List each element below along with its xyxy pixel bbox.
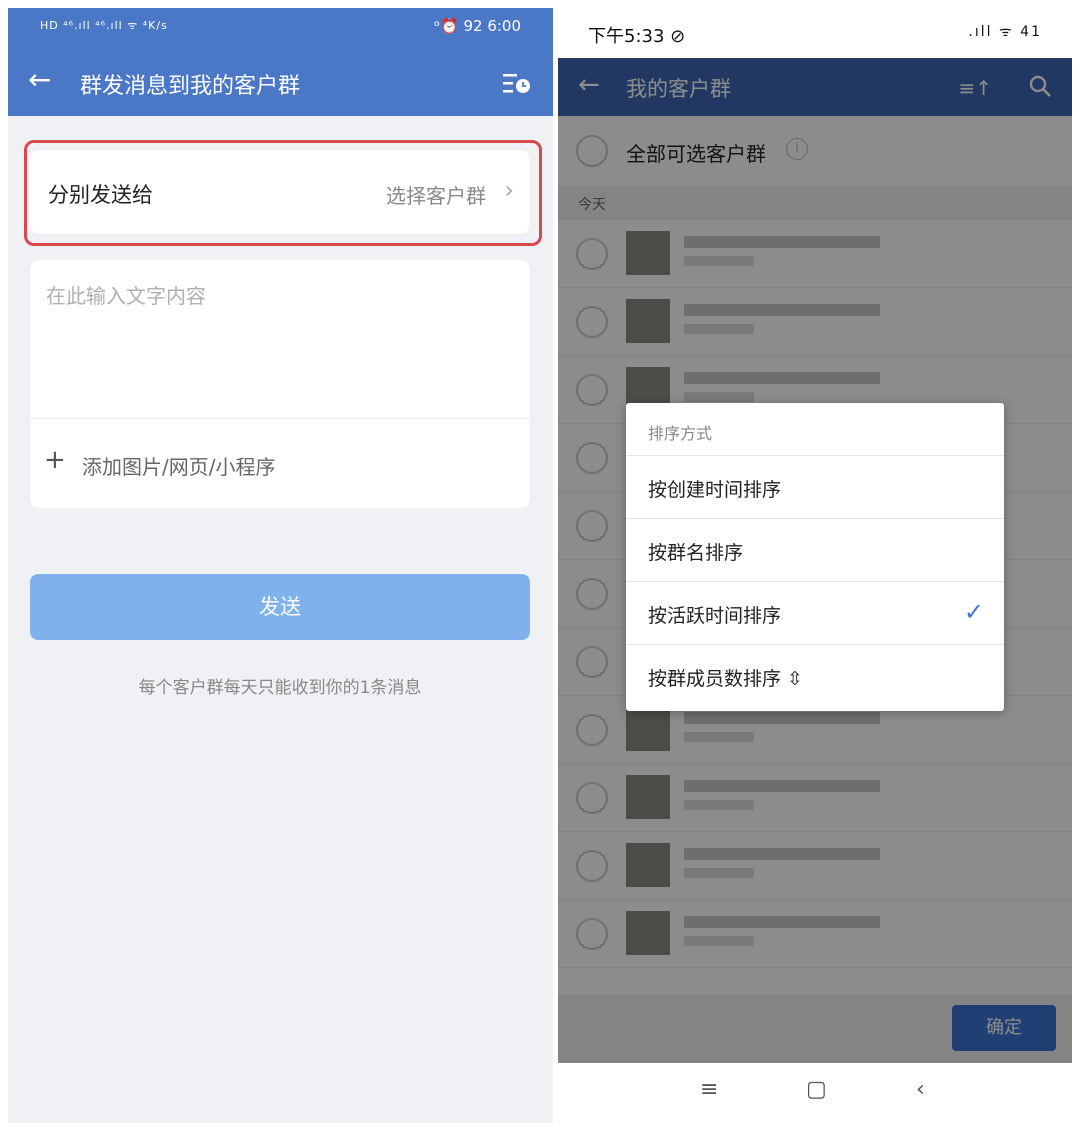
- left-screen: HD ⁴⁶.ıll ⁴⁶.ıll ᯤ ⁴K/s ᵒ⏰ 92 6:00 ← 群发消…: [8, 8, 553, 1123]
- status-right: ᵒ⏰ 92 6:00: [433, 17, 521, 35]
- option-label: 按创建时间排序: [648, 479, 782, 501]
- sort-option-active[interactable]: 按活跃时间排序 ✓: [626, 581, 1004, 644]
- screenshot-frame: HD ⁴⁶.ıll ⁴⁶.ıll ᯤ ⁴K/s ᵒ⏰ 92 6:00 ← 群发消…: [0, 0, 1080, 1131]
- sort-option-name[interactable]: 按群名排序: [626, 518, 1004, 581]
- status-bar: 下午5:33 ⊘ .ıll ᯤ 41: [558, 8, 1072, 58]
- scheduled-list-icon[interactable]: [503, 72, 531, 96]
- send-to-row[interactable]: 分别发送给 选择客户群 ›: [30, 150, 530, 234]
- add-attachment-button[interactable]: 添加图片/网页/小程序: [82, 451, 275, 480]
- option-label: 按群成员数排序 ⇳: [648, 668, 803, 690]
- status-icons: .ıll ᯤ 41: [968, 24, 1042, 40]
- status-time: 下午5:33 ⊘: [588, 26, 686, 47]
- chevron-right-icon: ›: [504, 176, 514, 204]
- right-screen: 下午5:33 ⊘ .ıll ᯤ 41 ← 我的客户群 ≡↑ 全部可选客户群 i …: [558, 8, 1072, 1123]
- message-text-input[interactable]: 在此输入文字内容: [46, 280, 206, 309]
- sort-dialog: 排序方式 按创建时间排序 按群名排序 按活跃时间排序 ✓ 按群成员数排序 ⇳: [626, 403, 1004, 711]
- status-left: HD ⁴⁶.ıll ⁴⁶.ıll ᯤ ⁴K/s: [40, 19, 168, 32]
- send-button[interactable]: 发送: [30, 574, 530, 640]
- plus-icon[interactable]: +: [44, 446, 66, 474]
- system-nav-bar: ≡ ▢ ‹: [558, 1063, 1072, 1123]
- back-icon[interactable]: ‹: [916, 1077, 925, 1102]
- sort-option-members[interactable]: 按群成员数排序 ⇳: [626, 644, 1004, 707]
- option-label: 按群名排序: [648, 542, 744, 564]
- limit-note: 每个客户群每天只能收到你的1条消息: [138, 678, 422, 698]
- sort-option-created[interactable]: 按创建时间排序: [626, 455, 1004, 518]
- option-label: 按活跃时间排序: [648, 605, 782, 627]
- status-bar: HD ⁴⁶.ıll ⁴⁶.ıll ᯤ ⁴K/s ᵒ⏰ 92 6:00: [8, 8, 553, 50]
- dialog-title: 排序方式: [648, 424, 713, 443]
- nav-bar: ← 群发消息到我的客户群: [8, 50, 553, 116]
- menu-icon[interactable]: ≡: [700, 1077, 718, 1102]
- send-to-label: 分别发送给: [48, 183, 153, 207]
- divider: [30, 418, 530, 419]
- compose-card: 在此输入文字内容 + 添加图片/网页/小程序: [30, 260, 530, 508]
- back-arrow-icon[interactable]: ←: [28, 64, 51, 96]
- checkmark-icon: ✓: [963, 598, 984, 626]
- select-group-value: 选择客户群: [386, 184, 486, 208]
- page-title: 群发消息到我的客户群: [80, 74, 301, 99]
- home-icon[interactable]: ▢: [806, 1077, 827, 1102]
